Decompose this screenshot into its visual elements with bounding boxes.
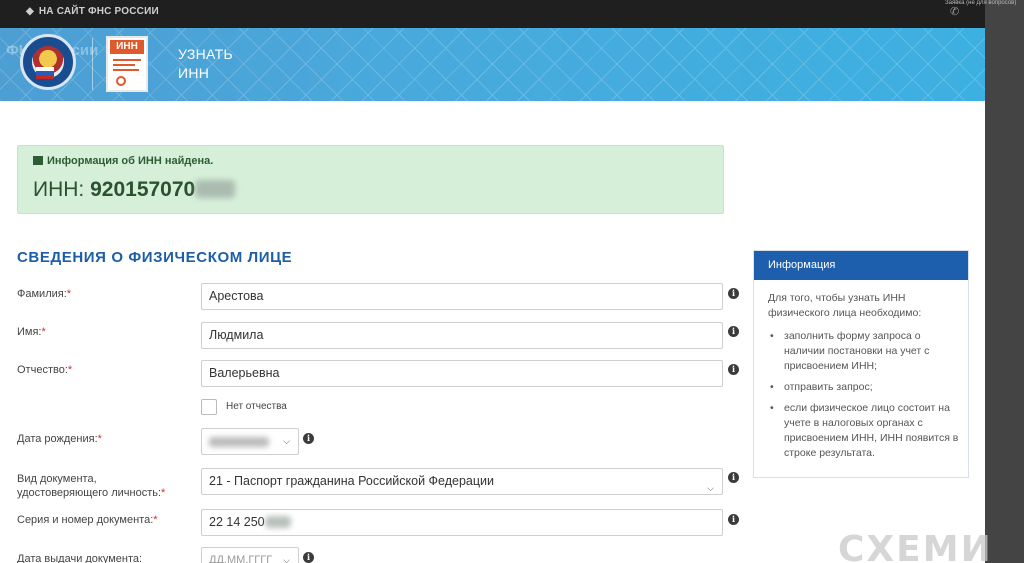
list-item: если физическое лицо состоит на учете в … bbox=[768, 401, 964, 461]
redacted-blur bbox=[195, 180, 236, 198]
back-to-fns-link[interactable]: ◆ НА САЙТ ФНС РОССИИ bbox=[26, 6, 159, 17]
info-icon[interactable]: i bbox=[303, 433, 314, 444]
surname-input[interactable]: Арестова bbox=[201, 283, 723, 310]
page-title: УЗНАТЬ ИНН bbox=[178, 46, 233, 81]
patronymic-label: Отчество:* bbox=[17, 364, 73, 376]
birth-date-select[interactable]: ⌵ bbox=[201, 428, 299, 455]
list-item: заполнить форму запроса о наличии постан… bbox=[768, 329, 964, 374]
birth-date-label: Дата рождения:* bbox=[17, 433, 102, 445]
issue-date-label: Дата выдачи документа: bbox=[17, 553, 143, 563]
fns-emblem-icon[interactable] bbox=[20, 34, 76, 90]
info-icon[interactable]: i bbox=[728, 364, 739, 375]
info-panel-title: Информация bbox=[754, 251, 968, 280]
doc-number-label: Серия и номер документа:* bbox=[17, 514, 158, 526]
main-content: Информация об ИНН найдена. ИНН: 92015707… bbox=[0, 101, 991, 563]
redacted-blur bbox=[264, 516, 291, 528]
watermark-logo: СХЕМИ bbox=[838, 529, 993, 563]
window-edge: Заявка (не для вопросов) bbox=[945, 0, 1024, 563]
top-bar: ◆ НА САЙТ ФНС РОССИИ ✆ bbox=[0, 0, 985, 28]
doc-number-input[interactable]: 22 14 250 bbox=[201, 509, 723, 536]
info-icon[interactable]: i bbox=[728, 514, 739, 525]
patronymic-input[interactable]: Валерьевна bbox=[201, 360, 723, 387]
info-icon[interactable]: i bbox=[728, 326, 739, 337]
info-icon[interactable]: i bbox=[303, 552, 314, 563]
redacted-blur bbox=[209, 437, 269, 447]
inn-document-icon: ИНН bbox=[106, 36, 148, 92]
info-icon[interactable]: i bbox=[728, 472, 739, 483]
chevron-down-icon: ⌵ bbox=[707, 483, 714, 493]
chevron-down-icon: ⌵ bbox=[283, 436, 290, 446]
gift-icon bbox=[33, 156, 43, 165]
info-panel-intro: Для того, чтобы узнать ИНН физического л… bbox=[768, 292, 922, 319]
issue-date-select[interactable]: ДД.ММ.ГГГГ ⌵ bbox=[201, 547, 299, 563]
inn-value: 920157070 bbox=[90, 178, 196, 201]
section-title: СВЕДЕНИЯ О ФИЗИЧЕСКОМ ЛИЦЕ bbox=[17, 249, 293, 266]
inn-result: ИНН: 920157070 bbox=[33, 178, 236, 202]
no-patronymic-checkbox[interactable] bbox=[201, 399, 217, 415]
topbar-right-text: Заявка (не для вопросов) bbox=[945, 0, 1017, 6]
info-icon[interactable]: i bbox=[728, 288, 739, 299]
doc-type-label: Вид документа, удостоверяющего личность:… bbox=[17, 473, 166, 499]
arrow-left-icon: ◆ bbox=[26, 6, 34, 17]
success-message: Информация об ИНН найдена. bbox=[47, 155, 214, 167]
info-panel: Информация Для того, чтобы узнать ИНН фи… bbox=[753, 250, 969, 478]
chevron-down-icon: ⌵ bbox=[283, 555, 290, 563]
name-input[interactable]: Людмила bbox=[201, 322, 723, 349]
no-patronymic-label: Нет отчества bbox=[226, 401, 287, 412]
phone-icon[interactable]: ✆ bbox=[950, 5, 959, 18]
name-label: Имя:* bbox=[17, 326, 46, 338]
banner-divider bbox=[92, 38, 93, 90]
doc-type-select[interactable]: 21 - Паспорт гражданина Российской Федер… bbox=[201, 468, 723, 495]
surname-label: Фамилия:* bbox=[17, 288, 72, 300]
success-alert: Информация об ИНН найдена. ИНН: 92015707… bbox=[17, 145, 724, 214]
list-item: отправить запрос; bbox=[768, 380, 964, 395]
header-banner: ФНС России ИНН УЗНАТЬ ИНН bbox=[0, 28, 985, 101]
info-panel-list: заполнить форму запроса о наличии постан… bbox=[768, 329, 964, 467]
